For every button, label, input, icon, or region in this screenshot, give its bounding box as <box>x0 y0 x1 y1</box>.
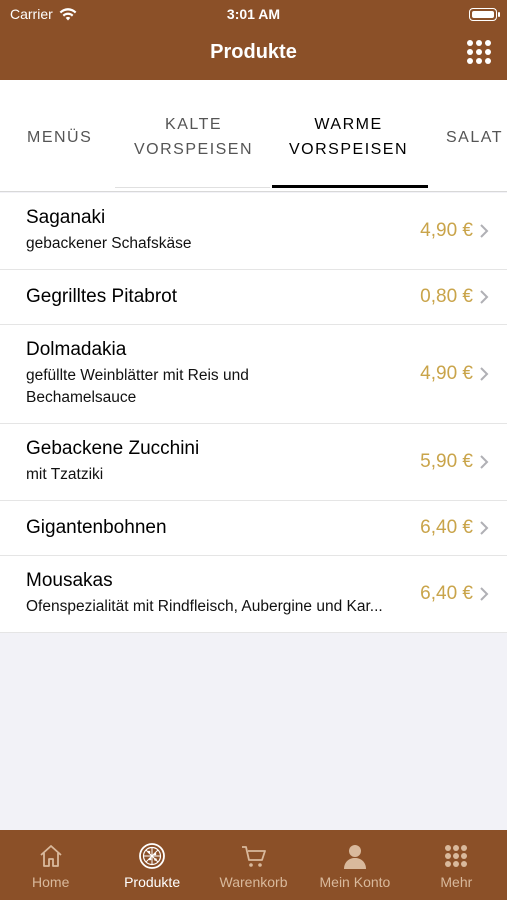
page-title: Produkte <box>210 41 297 63</box>
tab-menus[interactable]: MENÜS <box>27 125 92 150</box>
list-item[interactable]: Gigantenbohnen 6,40 € <box>0 501 507 556</box>
product-name: Saganaki <box>26 207 106 228</box>
list-item[interactable]: Dolmadakia gefüllte Weinblätter mit Reis… <box>0 325 507 424</box>
tabbar-label: Warenkorb <box>219 874 288 890</box>
battery-icon <box>469 8 500 21</box>
tabbar-label: Mein Konto <box>319 874 391 890</box>
chevron-right-icon <box>480 290 489 304</box>
tabbar-label: Home <box>32 874 70 890</box>
status-bar: Carrier 3:01 AM <box>0 0 507 28</box>
tabbar-home[interactable]: Home <box>0 830 101 900</box>
product-description: gefüllte Weinblätter mit Reis und Becham… <box>26 367 249 406</box>
product-price: 6,40 € <box>420 583 473 604</box>
product-price: 0,80 € <box>420 286 473 307</box>
product-name: Mousakas <box>26 570 113 591</box>
tab-label-line1: KALTE <box>165 116 223 133</box>
cart-icon <box>241 846 266 867</box>
chevron-right-icon <box>480 367 489 381</box>
product-name: Gegrilltes Pitabrot <box>26 286 178 307</box>
tab-salat[interactable]: SALAT <box>446 125 503 150</box>
tab-warme-vorspeisen[interactable]: WARME VORSPEISEN <box>289 112 408 162</box>
active-tab-indicator <box>272 185 428 188</box>
chevron-right-icon <box>480 521 489 535</box>
product-description: Ofenspezialität mit Rindfleisch, Aubergi… <box>26 598 383 615</box>
tab-label-line1: WARME <box>314 116 383 133</box>
chevron-right-icon <box>480 455 489 469</box>
category-tabs: MENÜS KALTE VORSPEISEN WARME VORSPEISEN … <box>0 80 507 192</box>
tabbar-mehr[interactable]: Mehr <box>406 830 507 900</box>
list-item[interactable]: Saganaki gebackener Schafskäse 4,90 € <box>0 193 507 270</box>
product-price: 4,90 € <box>420 220 473 241</box>
home-icon <box>40 845 62 867</box>
tabbar-label: Mehr <box>440 874 473 890</box>
chevron-right-icon <box>480 587 489 601</box>
product-price: 5,90 € <box>420 451 473 472</box>
grid-icon <box>445 845 468 867</box>
product-name: Gigantenbohnen <box>26 517 167 538</box>
tab-label: SALAT <box>446 129 503 146</box>
tab-divider <box>115 187 270 188</box>
product-name: Dolmadakia <box>26 339 127 360</box>
tab-label-line2: VORSPEISEN <box>289 141 409 158</box>
product-description: mit Tzatziki <box>26 466 104 483</box>
app: Carrier 3:01 AM Produkte MENÜS KALTE VOR… <box>0 0 507 900</box>
pizza-icon <box>139 843 166 869</box>
tabbar-mein-konto[interactable]: Mein Konto <box>304 830 405 900</box>
list-item[interactable]: Gebackene Zucchini mit Tzatziki 5,90 € <box>0 424 507 501</box>
product-price: 6,40 € <box>420 517 473 538</box>
list-item[interactable]: Mousakas Ofenspezialität mit Rindfleisch… <box>0 556 507 633</box>
tabbar-warenkorb[interactable]: Warenkorb <box>203 830 304 900</box>
product-description: gebackener Schafskäse <box>26 235 192 252</box>
tab-label-line2: VORSPEISEN <box>134 141 254 158</box>
product-name: Gebackene Zucchini <box>26 438 200 459</box>
tabbar-label: Produkte <box>124 874 181 890</box>
status-time: 3:01 AM <box>226 6 281 22</box>
grid-menu-button[interactable] <box>467 40 491 64</box>
product-price: 4,90 € <box>420 363 473 384</box>
tab-kalte-vorspeisen[interactable]: KALTE VORSPEISEN <box>134 112 253 162</box>
tabbar-produkte[interactable]: Produkte <box>101 830 202 900</box>
product-list: Saganaki gebackener Schafskäse 4,90 € Ge… <box>0 193 507 633</box>
header: Carrier 3:01 AM Produkte <box>0 0 507 80</box>
tab-bar: Home Produkte Warenkorb Mein Konto Mehr <box>0 830 507 900</box>
chevron-right-icon <box>480 224 489 238</box>
person-icon <box>343 845 366 869</box>
tab-label: MENÜS <box>27 129 93 146</box>
list-item[interactable]: Gegrilltes Pitabrot 0,80 € <box>0 270 507 325</box>
